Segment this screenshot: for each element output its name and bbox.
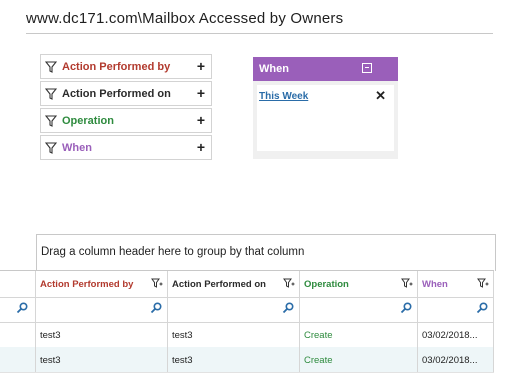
column-filter-icon[interactable]: [283, 278, 295, 289]
column-filter-icon[interactable]: [151, 278, 163, 289]
search-icon[interactable]: [476, 302, 488, 314]
cell-text: test3: [172, 355, 193, 366]
cell-text: 03/02/2018...: [422, 330, 478, 341]
filter-icon: [45, 114, 57, 127]
filter-label: Operation: [62, 114, 114, 127]
minimize-icon[interactable]: [362, 63, 372, 73]
table-row[interactable]: test3 test3 Create 03/02/2018...: [0, 322, 494, 348]
group-by-hint: Drag a column header here to group by th…: [41, 246, 305, 258]
table-row[interactable]: test3 test3 Create 03/02/2018...: [0, 347, 494, 373]
column-header-when[interactable]: When: [418, 271, 494, 297]
filter-list: Action Performed by + Action Performed o…: [40, 54, 212, 162]
search-cell-action-performed-by[interactable]: [36, 296, 168, 322]
row-indicator: [0, 322, 36, 347]
group-by-panel[interactable]: Drag a column header here to group by th…: [36, 234, 496, 271]
column-filter-icon[interactable]: [477, 278, 489, 289]
title-divider: [26, 33, 493, 34]
when-panel-header: When: [253, 57, 398, 81]
cell-when: 03/02/2018...: [418, 347, 494, 372]
cell-action-performed-on: test3: [168, 322, 300, 347]
search-icon[interactable]: [282, 302, 294, 314]
filter-label: Action Performed on: [62, 87, 171, 100]
search-icon[interactable]: [150, 302, 162, 314]
cell-text: Create: [304, 330, 333, 341]
cell-action-performed-by: test3: [36, 347, 168, 372]
when-panel-body: This Week ✕: [257, 85, 394, 151]
grid-header-row: Action Performed by Action Performed on …: [0, 270, 494, 298]
column-header-label: Operation: [304, 279, 349, 290]
filter-operation[interactable]: Operation +: [40, 108, 212, 133]
filter-label: Action Performed by: [62, 60, 171, 73]
when-panel-title: When: [259, 63, 289, 75]
cell-text: test3: [40, 330, 61, 341]
search-cell-action-performed-on[interactable]: [168, 296, 300, 322]
filter-icon: [45, 60, 57, 73]
search-cell-operation[interactable]: [300, 296, 418, 322]
filter-icon: [45, 141, 57, 154]
column-header-label: Action Performed by: [40, 279, 134, 290]
column-header-operation[interactable]: Operation: [300, 271, 418, 297]
cell-operation: Create: [300, 322, 418, 347]
cell-text: 03/02/2018...: [422, 355, 478, 366]
expand-plus-icon[interactable]: +: [197, 85, 205, 101]
row-search-cell[interactable]: [0, 296, 36, 322]
search-cell-when[interactable]: [418, 296, 494, 322]
filter-label: When: [62, 141, 92, 154]
filter-action-performed-by[interactable]: Action Performed by +: [40, 54, 212, 79]
filter-icon: [45, 87, 57, 100]
expand-plus-icon[interactable]: +: [197, 58, 205, 74]
page-title: www.dc171.com\Mailbox Accessed by Owners: [26, 10, 344, 27]
grid-search-row: [0, 296, 494, 323]
when-filter-panel: When This Week ✕: [253, 57, 398, 159]
cell-action-performed-on: test3: [168, 347, 300, 372]
cell-text: test3: [172, 330, 193, 341]
cell-text: Create: [304, 355, 333, 366]
cell-operation: Create: [300, 347, 418, 372]
expand-plus-icon[interactable]: +: [197, 112, 205, 128]
cell-action-performed-by: test3: [36, 322, 168, 347]
cell-when: 03/02/2018...: [418, 322, 494, 347]
row-indicator-header: [0, 271, 36, 297]
column-header-action-performed-by[interactable]: Action Performed by: [36, 271, 168, 297]
search-icon[interactable]: [16, 302, 28, 314]
row-indicator: [0, 347, 36, 372]
search-icon[interactable]: [400, 302, 412, 314]
cell-text: test3: [40, 355, 61, 366]
filter-action-performed-on[interactable]: Action Performed on +: [40, 81, 212, 106]
column-header-label: Action Performed on: [172, 279, 266, 290]
column-header-action-performed-on[interactable]: Action Performed on: [168, 271, 300, 297]
column-filter-icon[interactable]: [401, 278, 413, 289]
filter-when[interactable]: When +: [40, 135, 212, 160]
this-week-link[interactable]: This Week: [259, 91, 308, 102]
expand-plus-icon[interactable]: +: [197, 139, 205, 155]
column-header-label: When: [422, 279, 448, 290]
close-icon[interactable]: ✕: [375, 88, 386, 104]
